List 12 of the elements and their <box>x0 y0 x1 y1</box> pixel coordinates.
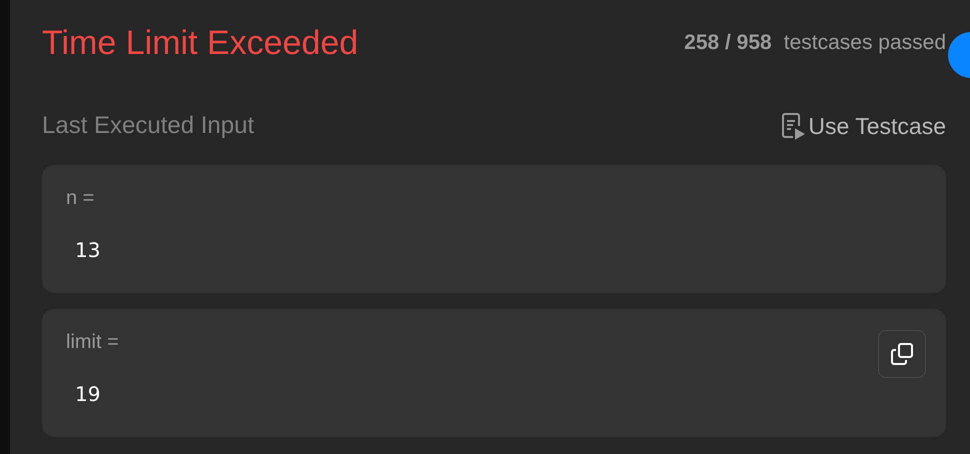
input-label: n = <box>66 186 94 211</box>
input-value: 19 <box>75 381 100 407</box>
copy-button[interactable] <box>878 330 926 378</box>
passed-count: 258 / 958 <box>684 30 772 56</box>
result-title: Time Limit Exceeded <box>42 23 358 64</box>
document-play-icon <box>780 112 806 140</box>
section-title: Last Executed Input <box>42 111 254 141</box>
input-value: 13 <box>75 237 100 263</box>
copy-icon <box>890 342 914 366</box>
use-testcase-button[interactable]: Use Testcase <box>780 108 946 144</box>
input-label: limit = <box>66 330 119 355</box>
passed-label: testcases passed <box>784 30 946 56</box>
